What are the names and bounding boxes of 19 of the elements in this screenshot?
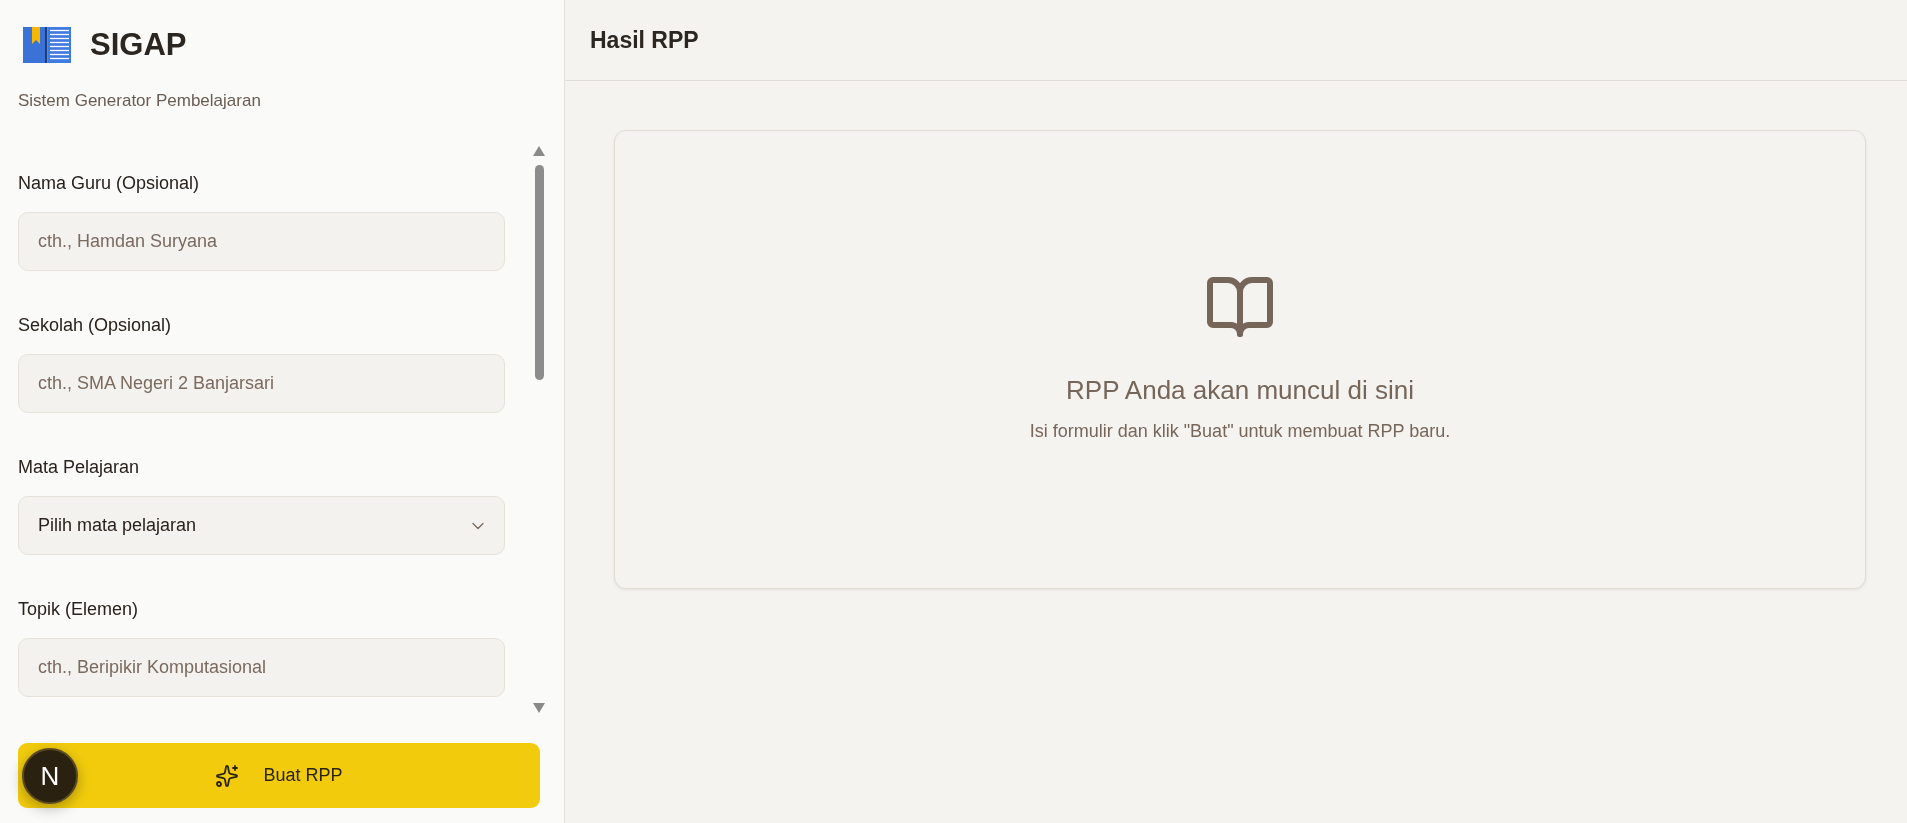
scroll-down-arrow-icon[interactable] — [533, 703, 546, 713]
field-label: Sekolah (Opsional) — [18, 314, 173, 336]
open-book-icon — [1207, 276, 1273, 337]
empty-state-title: RPP Anda akan muncul di sini — [1066, 373, 1414, 406]
book-logo-icon — [23, 27, 71, 63]
field-label: Mata Pelajaran — [18, 456, 141, 478]
field-label: Nama Guru (Opsional) — [18, 172, 201, 194]
empty-state-message: Isi formulir dan klik "Buat" untuk membuat RPP baru. — [1029, 419, 1451, 443]
input-field[interactable]: cth., Hamdan Suryana — [18, 212, 506, 271]
field-label: Topik (Elemen) — [18, 598, 140, 620]
page-title: Hasil RPP — [590, 25, 699, 55]
scroll-up-arrow-icon[interactable] — [533, 146, 546, 156]
sparkle-icon — [215, 763, 240, 788]
app-tagline: Sistem Generator Pembelajaran — [18, 90, 261, 112]
select-dropdown[interactable]: Pilih mata pelajaran — [18, 496, 506, 555]
input-field[interactable]: cth., Beripikir Komputasional — [18, 638, 506, 697]
scrollbar-thumb[interactable] — [534, 165, 544, 380]
app-name: SIGAP — [90, 27, 187, 63]
input-field[interactable]: cth., SMA Negeri 2 Banjarsari — [18, 354, 506, 413]
